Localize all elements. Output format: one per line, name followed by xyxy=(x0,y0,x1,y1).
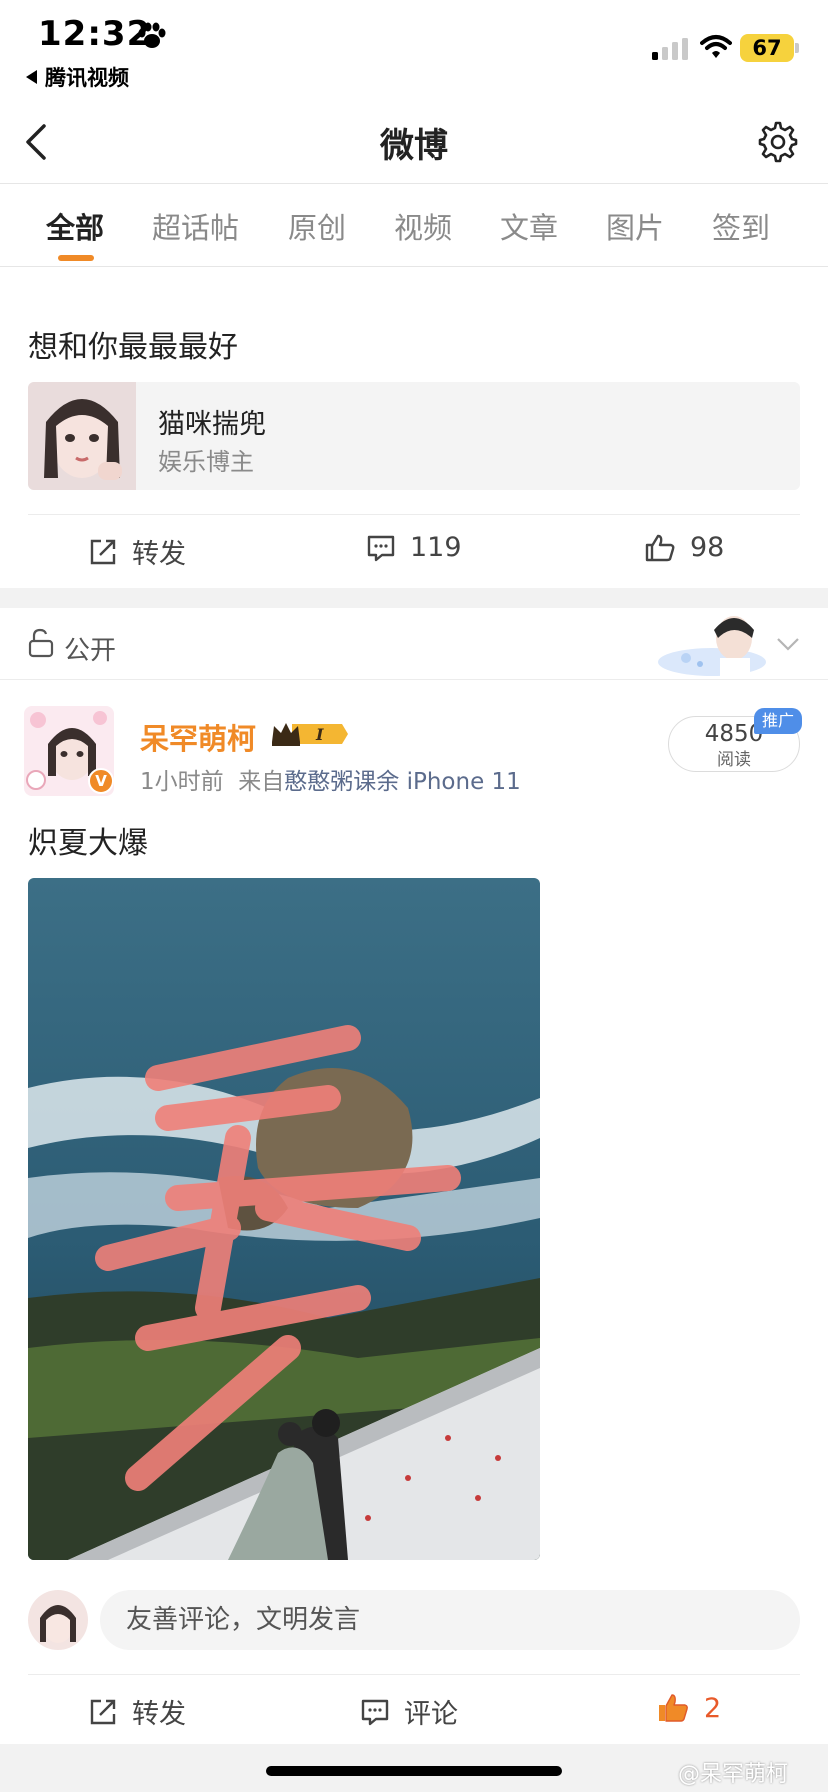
comment-input[interactable]: 友善评论，文明发言 xyxy=(100,1590,800,1650)
verified-icon: V xyxy=(88,768,114,794)
tab-checkin[interactable]: 签到 xyxy=(712,205,770,247)
page-title: 微博 xyxy=(380,126,448,166)
like-button[interactable]: 98 xyxy=(644,532,724,563)
tab-all[interactable]: 全部 xyxy=(46,205,104,247)
repost-icon xyxy=(90,539,116,564)
post-body-text[interactable]: 炽夏大爆 xyxy=(28,818,148,862)
post-action-bar: 转发 评论 2 xyxy=(0,1676,828,1746)
back-app-label: 腾讯视频 xyxy=(45,66,129,90)
divider xyxy=(28,514,800,515)
post-repost-label: 转发 xyxy=(132,1699,186,1730)
active-tab-indicator xyxy=(58,255,94,261)
post-source-link[interactable]: 憨憨粥课余 iPhone 11 xyxy=(284,769,521,795)
level-badge: I xyxy=(315,725,324,744)
tab-article[interactable]: 文章 xyxy=(500,205,558,247)
chevron-down-icon[interactable] xyxy=(776,636,800,652)
shared-account-desc: 娱乐博主 xyxy=(158,448,254,476)
post-repost-button[interactable]: 转发 xyxy=(88,1692,186,1731)
status-bar: 12:32 腾讯视频 67 xyxy=(0,0,828,100)
post-comment-label: 评论 xyxy=(404,1699,458,1730)
post-text[interactable]: 想和你最最最好 xyxy=(28,322,238,366)
tab-original[interactable]: 原创 xyxy=(288,205,346,247)
watermark: @呆罕萌柯 xyxy=(678,1762,789,1787)
shared-avatar-image xyxy=(28,382,136,490)
back-to-app-link[interactable]: 腾讯视频 xyxy=(26,62,129,92)
nav-bar: 微博 xyxy=(0,100,828,184)
visibility-row[interactable]: 公开 xyxy=(0,608,828,680)
repost-icon xyxy=(90,1699,116,1724)
paw-icon xyxy=(138,22,166,48)
comment-icon xyxy=(367,535,395,561)
lock-icon xyxy=(28,628,54,658)
repost-label: 转发 xyxy=(132,539,186,570)
reads-label: 阅读 xyxy=(717,750,751,770)
filter-tabs: 全部 超话帖 原创 视频 文章 图片 签到 xyxy=(0,185,828,267)
ad-badge: 推广 xyxy=(754,708,803,734)
like-icon xyxy=(645,534,675,561)
post-image[interactable] xyxy=(28,878,540,1560)
comment-count: 119 xyxy=(410,532,462,563)
shared-account-name: 猫咪揣兜 xyxy=(158,409,266,440)
from-prefix: 来自 xyxy=(238,769,285,795)
my-avatar xyxy=(28,1590,88,1650)
repost-button[interactable]: 转发 xyxy=(88,532,186,571)
tab-video[interactable]: 视频 xyxy=(394,205,452,247)
promo-character-image xyxy=(658,616,766,678)
post-time: 1小时前 xyxy=(140,769,224,795)
post-like-count: 2 xyxy=(704,1692,722,1724)
author-name[interactable]: 呆罕萌柯 xyxy=(140,716,256,758)
visibility-label: 公开 xyxy=(64,636,117,666)
post-comment-button[interactable]: 评论 xyxy=(360,1692,458,1731)
crown-icon[interactable]: I xyxy=(270,718,350,750)
shared-profile-card[interactable]: 猫咪揣兜 娱乐博主 xyxy=(28,382,800,490)
action-bar: 转发 119 98 xyxy=(0,516,828,586)
comment-button[interactable]: 119 xyxy=(366,532,462,563)
tab-images[interactable]: 图片 xyxy=(606,205,664,247)
battery-level: 67 xyxy=(740,34,794,62)
like-icon xyxy=(659,1694,688,1722)
post-like-button[interactable]: 2 xyxy=(656,1692,721,1724)
comment-icon xyxy=(361,1699,389,1725)
tab-supertopic[interactable]: 超话帖 xyxy=(152,205,239,247)
status-time: 12:32 xyxy=(38,14,152,54)
like-count: 98 xyxy=(690,532,725,563)
home-indicator[interactable] xyxy=(266,1766,562,1776)
section-gap xyxy=(0,588,828,608)
wifi-icon xyxy=(700,35,732,58)
gear-icon[interactable] xyxy=(756,120,800,164)
signal-icon xyxy=(652,38,688,60)
divider xyxy=(28,1674,800,1675)
post-meta: 1小时前 来自憨憨粥课余 iPhone 11 xyxy=(140,762,521,796)
battery-cap xyxy=(795,43,799,53)
